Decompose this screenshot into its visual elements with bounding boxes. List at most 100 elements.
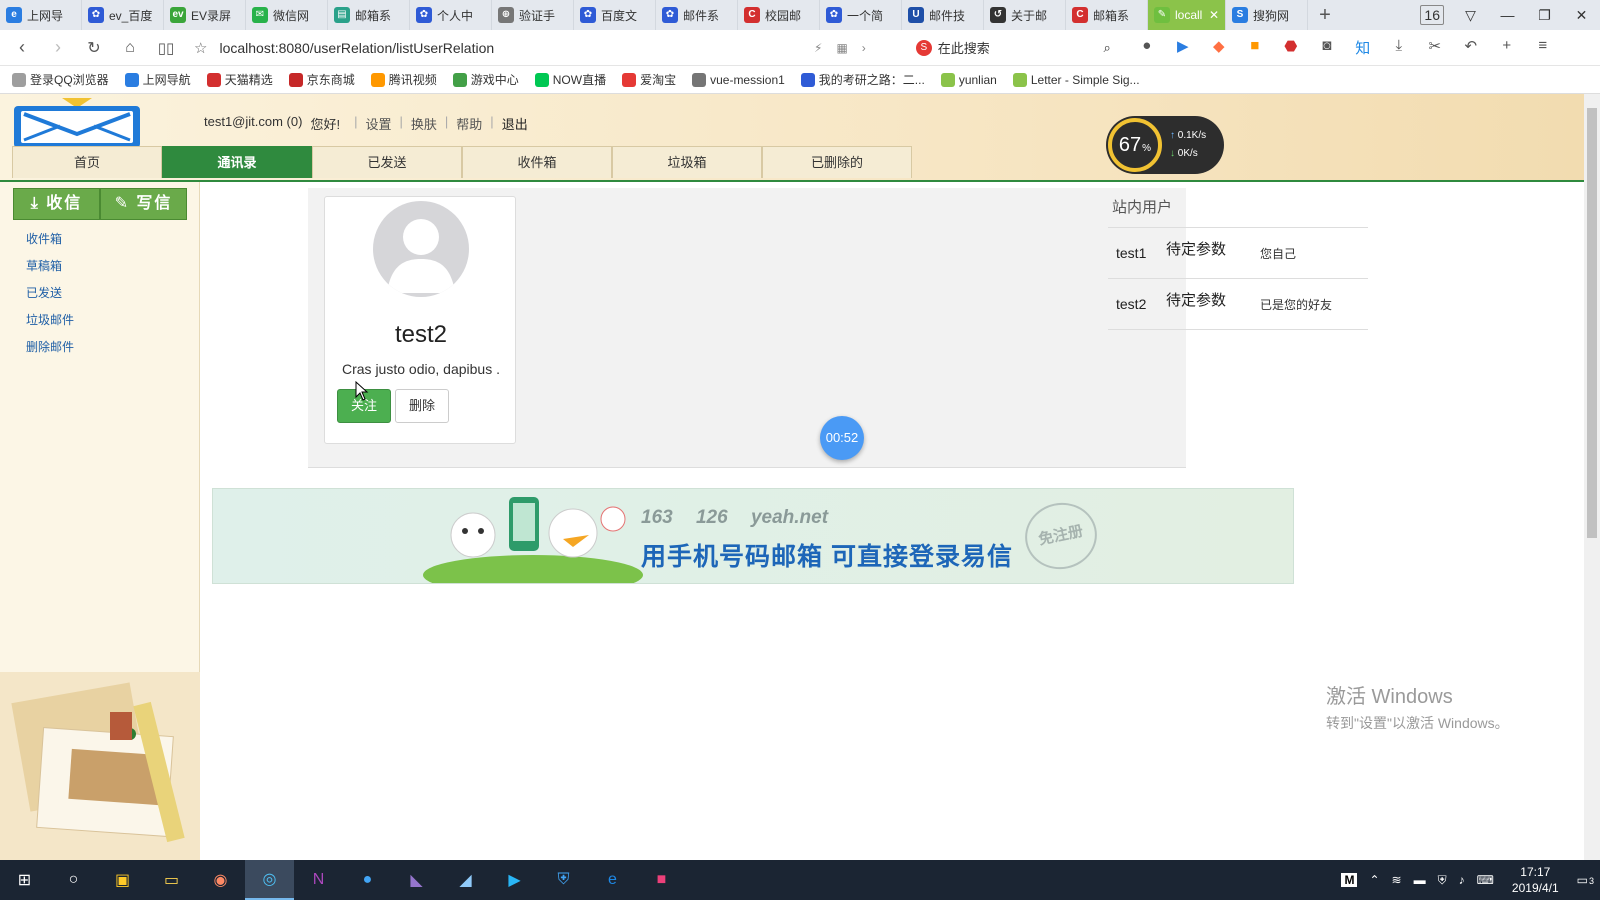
home-button[interactable]: ⌂ <box>112 30 148 66</box>
lightning-icon[interactable]: ⚡ <box>814 41 822 55</box>
adblock-icon[interactable]: ⬣ <box>1273 37 1309 58</box>
back-button[interactable]: ‹ <box>4 30 40 66</box>
chevron-up-icon[interactable]: ⌃ <box>1369 873 1379 887</box>
browser-tab[interactable]: ev EV录屏 <box>164 0 246 30</box>
volume-icon[interactable]: ♪ <box>1459 873 1465 887</box>
browser-tab[interactable]: ✿ 一个简 <box>820 0 902 30</box>
browser-tab[interactable]: ✿ 邮件系 <box>656 0 738 30</box>
start-button[interactable]: ⊞ <box>0 860 49 900</box>
browser-tab[interactable]: ✉ 微信网 <box>246 0 328 30</box>
bookmark-item[interactable]: 爱淘宝 <box>622 71 676 88</box>
bookmark-item[interactable]: vue-mession1 <box>692 72 785 87</box>
undo-icon[interactable]: ↶ <box>1453 37 1489 58</box>
refresh-button[interactable]: ↻ <box>76 30 112 66</box>
scissors-icon[interactable]: ✂ <box>1417 37 1453 58</box>
bookmark-item[interactable]: 京东商城 <box>288 71 355 88</box>
search-circle-icon[interactable]: ○ <box>49 860 98 900</box>
sidebar-item-inbox[interactable]: 收件箱 <box>26 230 74 257</box>
store-icon[interactable]: ▣ <box>98 860 147 900</box>
close-tab-icon[interactable]: ✕ <box>1209 8 1219 22</box>
file-explorer-icon[interactable]: ▭ <box>147 860 196 900</box>
keyboard-icon[interactable]: ⌨ <box>1477 873 1494 887</box>
network-meter[interactable]: 67% ↑ 0.1K/s ↓ 0K/s <box>1106 116 1224 174</box>
browser-tab[interactable]: ▤ 邮箱系 <box>328 0 410 30</box>
browser-tab[interactable]: ↺ 关于邮 <box>984 0 1066 30</box>
browser-tab[interactable]: U 邮件技 <box>902 0 984 30</box>
delete-button[interactable]: 删除 <box>395 389 449 423</box>
wifi-icon[interactable]: ≋ <box>1392 873 1402 887</box>
browser-tab[interactable]: C 校园邮 <box>738 0 820 30</box>
browser-tab[interactable]: ✿ 个人中 <box>410 0 492 30</box>
browser-tab[interactable]: ✿ 百度文 <box>574 0 656 30</box>
ad-banner[interactable]: 163 126 yeah.net 用手机号码邮箱 可直接登录易信 免注册 <box>212 488 1294 584</box>
edge-icon[interactable]: e <box>588 860 637 900</box>
play-icon[interactable]: ▶ <box>1165 37 1201 58</box>
nav-tab[interactable]: 通讯录 <box>162 146 312 178</box>
logout-link[interactable]: 退出 <box>502 114 528 133</box>
page-scrollbar[interactable] <box>1584 94 1600 860</box>
receive-mail-button[interactable]: ⤓ 收信 <box>13 188 100 220</box>
new-tab-button[interactable]: + <box>1308 0 1342 33</box>
battery-icon[interactable]: ▬ <box>1414 873 1426 887</box>
menu-icon[interactable]: ≡ <box>1525 37 1561 58</box>
nav-tab[interactable]: 已发送 <box>312 146 462 178</box>
onenote-icon[interactable]: N <box>294 860 343 900</box>
restore-button[interactable]: ❐ <box>1526 7 1563 24</box>
pin-icon[interactable]: ▽ <box>1452 7 1489 24</box>
browser-tab[interactable]: e 上网导 <box>0 0 82 30</box>
browser-tab[interactable]: S 搜狗网 <box>1226 0 1308 30</box>
camera-icon[interactable]: ◙ <box>1309 37 1345 58</box>
bookmark-item[interactable]: 腾讯视频 <box>370 71 437 88</box>
video-icon[interactable]: ■ <box>1237 37 1273 58</box>
minimize-button[interactable]: — <box>1489 7 1526 23</box>
intellij-icon[interactable]: ■ <box>637 860 686 900</box>
visual-studio-icon[interactable]: ◣ <box>392 860 441 900</box>
settings-link[interactable]: 设置 <box>365 114 391 133</box>
close-window-button[interactable]: ✕ <box>1563 7 1600 24</box>
nav-tab[interactable]: 收件箱 <box>462 146 612 178</box>
download-icon[interactable]: ⤓ <box>1381 37 1417 58</box>
bookmark-item[interactable]: 上网导航 <box>124 71 191 88</box>
bulb-icon[interactable]: ● <box>1129 37 1165 58</box>
bookmark-item[interactable]: yunlian <box>940 72 997 87</box>
user-name[interactable]: test1 <box>1108 245 1166 261</box>
plus-icon[interactable]: + <box>1489 37 1525 58</box>
url-field[interactable]: ☆ localhost:8080/userRelation/listUserRe… <box>194 39 814 57</box>
browser-tab[interactable]: C 邮箱系 <box>1066 0 1148 30</box>
vscode-icon[interactable]: ▶ <box>490 860 539 900</box>
nav-tab[interactable]: 首页 <box>12 146 162 178</box>
bookmark-item[interactable]: 登录QQ浏览器 <box>12 71 109 88</box>
browser-tab[interactable]: ⊕ 验证手 <box>492 0 574 30</box>
bookmark-item[interactable]: 天猫精选 <box>206 71 273 88</box>
help-link[interactable]: 帮助 <box>456 114 482 133</box>
bookmark-item[interactable]: 游戏中心 <box>452 71 519 88</box>
game-icon[interactable]: ◆ <box>1201 37 1237 58</box>
browser-tab[interactable]: ✎ locall ✕ <box>1148 0 1226 30</box>
ime-indicator[interactable]: M <box>1341 873 1358 887</box>
app-icon-blue[interactable]: ◢ <box>441 860 490 900</box>
chevron-right-icon[interactable]: › <box>862 41 866 55</box>
scrollbar-thumb[interactable] <box>1587 108 1597 538</box>
shield-icon[interactable]: ⛨ <box>539 860 588 900</box>
sidebar-item-drafts[interactable]: 草稿箱 <box>26 257 74 284</box>
qr-icon[interactable]: ▦ <box>836 41 847 55</box>
bookmark-item[interactable]: Letter - Simple Sig... <box>1012 72 1140 87</box>
browser-tab[interactable]: ✿ ev_百度 <box>82 0 164 30</box>
clock[interactable]: 17:17 2019/4/1 <box>1506 864 1565 896</box>
user-name[interactable]: test2 <box>1108 296 1166 312</box>
bookmark-item[interactable]: 我的考研之路：二... <box>800 71 925 88</box>
bookmark-item[interactable]: NOW直播 <box>534 71 606 88</box>
forward-button[interactable]: › <box>40 30 76 66</box>
qq-browser-icon[interactable]: ◎ <box>245 860 294 900</box>
notification-icon[interactable]: ▭3 <box>1577 873 1594 887</box>
nav-tab[interactable]: 已删除的 <box>762 146 912 178</box>
write-mail-button[interactable]: ✎ 写信 <box>100 188 187 220</box>
sidebar-item-deleted[interactable]: 删除邮件 <box>26 338 74 365</box>
sidebar-item-sent[interactable]: 已发送 <box>26 284 74 311</box>
defender-icon[interactable]: ⛨ <box>1438 873 1447 888</box>
search-icon[interactable]: ⌕ <box>1104 40 1111 56</box>
mail-logo-icon[interactable] <box>12 98 142 150</box>
reader-button[interactable]: ▯▯ <box>148 30 184 66</box>
search-box[interactable]: S 在此搜索 ⌕ <box>915 38 1111 57</box>
nav-tab[interactable]: 垃圾箱 <box>612 146 762 178</box>
